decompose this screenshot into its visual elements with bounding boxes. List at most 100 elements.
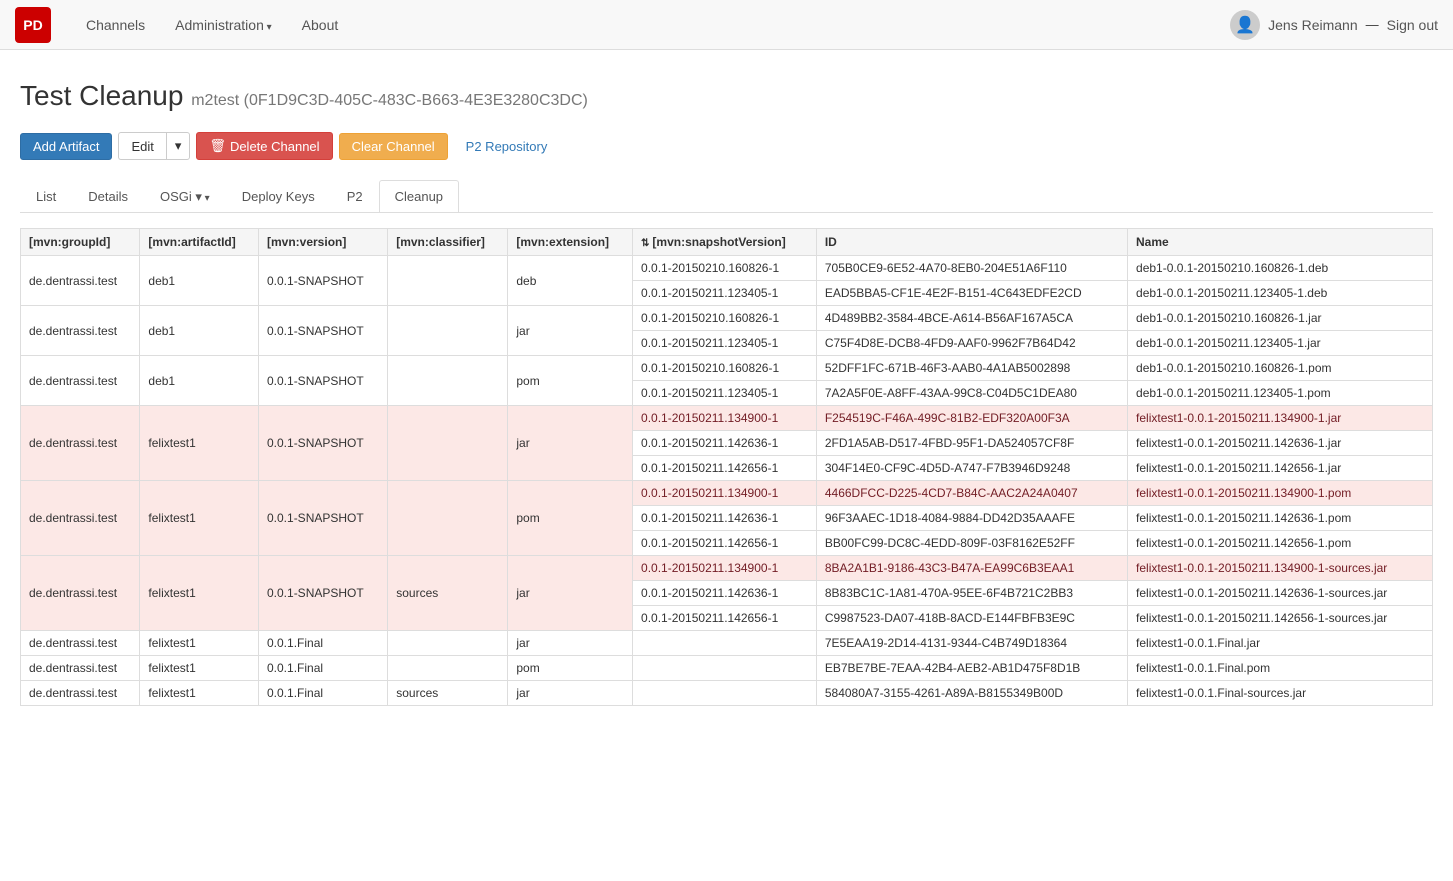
cell-id: 2FD1A5AB-D517-4FBD-95F1-DA524057CF8F xyxy=(816,431,1127,456)
cell-artifactid: deb1 xyxy=(140,256,259,306)
cell-snapshotversion: 0.0.1-20150211.134900-1 xyxy=(633,556,817,581)
tab-osgi-link[interactable]: OSGi ▾ xyxy=(144,180,226,213)
cell-id: F254519C-F46A-499C-81B2-EDF320A00F3A xyxy=(816,406,1127,431)
cell-snapshotversion: 0.0.1-20150211.123405-1 xyxy=(633,381,817,406)
cell-snapshotversion: 0.0.1-20150211.123405-1 xyxy=(633,281,817,306)
cell-version: 0.0.1-SNAPSHOT xyxy=(259,256,388,306)
nav-item-administration[interactable]: Administration xyxy=(160,17,287,33)
cell-id: BB00FC99-DC8C-4EDD-809F-03F8162E52FF xyxy=(816,531,1127,556)
cell-artifactid: felixtest1 xyxy=(140,556,259,631)
cell-snapshotversion: 0.0.1-20150211.142656-1 xyxy=(633,606,817,631)
cell-snapshotversion: 0.0.1-20150211.134900-1 xyxy=(633,481,817,506)
col-id: ID xyxy=(816,229,1127,256)
tab-p2[interactable]: P2 xyxy=(331,180,379,213)
cell-extension: deb xyxy=(508,256,633,306)
table-row: de.dentrassi.testfelixtest10.0.1.Finalpo… xyxy=(21,656,1433,681)
cell-name: felixtest1-0.0.1-20150211.134900-1.jar xyxy=(1128,406,1433,431)
edit-dropdown-button[interactable]: ▾ xyxy=(166,132,191,160)
cell-groupid: de.dentrassi.test xyxy=(21,556,140,631)
cell-artifactid: felixtest1 xyxy=(140,656,259,681)
navbar-right: 👤 Jens Reimann — Sign out xyxy=(1230,10,1438,40)
table-row: de.dentrassi.testfelixtest10.0.1-SNAPSHO… xyxy=(21,556,1433,581)
cell-extension: pom xyxy=(508,356,633,406)
cell-artifactid: deb1 xyxy=(140,306,259,356)
cell-extension: jar xyxy=(508,406,633,481)
tab-cleanup[interactable]: Cleanup xyxy=(379,180,459,213)
sort-icon: ⇅ xyxy=(641,238,649,249)
cell-id: 584080A7-3155-4261-A89A-B8155349B00D xyxy=(816,681,1127,706)
col-artifactid: [mvn:artifactId] xyxy=(140,229,259,256)
tab-details[interactable]: Details xyxy=(72,180,144,213)
cell-version: 0.0.1.Final xyxy=(259,681,388,706)
delete-channel-button[interactable]: 🗑 Delete Channel xyxy=(196,132,332,160)
cell-id: 7E5EAA19-2D14-4131-9344-C4B749D18364 xyxy=(816,631,1127,656)
cell-name: felixtest1-0.0.1-20150211.134900-1.pom xyxy=(1128,481,1433,506)
cell-groupid: de.dentrassi.test xyxy=(21,481,140,556)
edit-button-group: Edit ▾ xyxy=(118,132,190,160)
cell-groupid: de.dentrassi.test xyxy=(21,356,140,406)
brand-logo: PD xyxy=(15,7,51,43)
cell-id: 7A2A5F0E-A8FF-43AA-99C8-C04D5C1DEA80 xyxy=(816,381,1127,406)
cell-groupid: de.dentrassi.test xyxy=(21,306,140,356)
cell-version: 0.0.1.Final xyxy=(259,631,388,656)
cell-id: 304F14E0-CF9C-4D5D-A747-F7B3946D9248 xyxy=(816,456,1127,481)
nav-tabs: List Details OSGi ▾ Deploy Keys P2 Clean… xyxy=(20,180,1433,213)
table-body: de.dentrassi.testdeb10.0.1-SNAPSHOTdeb0.… xyxy=(21,256,1433,706)
cell-snapshotversion: 0.0.1-20150211.142636-1 xyxy=(633,431,817,456)
cell-snapshotversion: 0.0.1-20150211.142656-1 xyxy=(633,531,817,556)
nav-link-administration[interactable]: Administration xyxy=(165,12,282,38)
nav-item-channels[interactable]: Channels xyxy=(71,17,160,33)
tab-deploy-keys[interactable]: Deploy Keys xyxy=(226,180,331,213)
tab-deploy-keys-link[interactable]: Deploy Keys xyxy=(226,180,331,212)
cell-name: felixtest1-0.0.1-20150211.134900-1-sourc… xyxy=(1128,556,1433,581)
cell-id: 4D489BB2-3584-4BCE-A614-B56AF167A5CA xyxy=(816,306,1127,331)
cell-name: felixtest1-0.0.1-20150211.142656-1-sourc… xyxy=(1128,606,1433,631)
p2-repository-link[interactable]: P2 Repository xyxy=(454,134,560,159)
cell-id: C75F4D8E-DCB8-4FD9-AAF0-9962F7B64D42 xyxy=(816,331,1127,356)
cell-id: 705B0CE9-6E52-4A70-8EB0-204E51A6F110 xyxy=(816,256,1127,281)
cell-groupid: de.dentrassi.test xyxy=(21,406,140,481)
col-name: Name xyxy=(1128,229,1433,256)
tab-list-link[interactable]: List xyxy=(20,180,72,212)
table-container: [mvn:groupId] [mvn:artifactId] [mvn:vers… xyxy=(20,228,1433,706)
user-avatar: 👤 xyxy=(1230,10,1260,40)
edit-button[interactable]: Edit xyxy=(118,132,165,160)
cell-name: felixtest1-0.0.1.Final-sources.jar xyxy=(1128,681,1433,706)
cell-snapshotversion xyxy=(633,681,817,706)
cell-name: felixtest1-0.0.1-20150211.142636-1.pom xyxy=(1128,506,1433,531)
tab-cleanup-link[interactable]: Cleanup xyxy=(379,180,459,212)
cell-artifactid: felixtest1 xyxy=(140,406,259,481)
tab-details-link[interactable]: Details xyxy=(72,180,144,212)
nav-item-about[interactable]: About xyxy=(287,17,354,33)
sign-out-link[interactable]: Sign out xyxy=(1387,17,1438,33)
nav-link-channels[interactable]: Channels xyxy=(76,12,155,38)
navbar-brand[interactable]: PD xyxy=(15,7,51,43)
col-groupid: [mvn:groupId] xyxy=(21,229,140,256)
cell-artifactid: felixtest1 xyxy=(140,681,259,706)
cell-name: deb1-0.0.1-20150211.123405-1.pom xyxy=(1128,381,1433,406)
action-bar: Add Artifact Edit ▾ 🗑 Delete Channel Cle… xyxy=(20,132,1433,160)
cell-snapshotversion: 0.0.1-20150210.160826-1 xyxy=(633,356,817,381)
cell-id: EB7BE7BE-7EAA-42B4-AEB2-AB1D475F8D1B xyxy=(816,656,1127,681)
cell-artifactid: felixtest1 xyxy=(140,481,259,556)
user-name-link[interactable]: Jens Reimann xyxy=(1268,17,1358,33)
cell-name: deb1-0.0.1-20150210.160826-1.pom xyxy=(1128,356,1433,381)
clear-channel-button[interactable]: Clear Channel xyxy=(339,133,448,160)
tab-list[interactable]: List xyxy=(20,180,72,213)
cell-id: C9987523-DA07-418B-8ACD-E144FBFB3E9C xyxy=(816,606,1127,631)
tab-p2-link[interactable]: P2 xyxy=(331,180,379,212)
cell-id: 96F3AAEC-1D18-4084-9884-DD42D35AAAFE xyxy=(816,506,1127,531)
cell-snapshotversion: 0.0.1-20150211.123405-1 xyxy=(633,331,817,356)
cell-id: 4466DFCC-D225-4CD7-B84C-AAC2A24A0407 xyxy=(816,481,1127,506)
cell-snapshotversion xyxy=(633,631,817,656)
nav-link-about[interactable]: About xyxy=(292,12,349,38)
table-row: de.dentrassi.testfelixtest10.0.1-SNAPSHO… xyxy=(21,406,1433,431)
col-snapshotversion[interactable]: ⇅[mvn:snapshotVersion] xyxy=(633,229,817,256)
page-content: Test Cleanup m2test (0F1D9C3D-405C-483C-… xyxy=(0,50,1453,726)
artifacts-table: [mvn:groupId] [mvn:artifactId] [mvn:vers… xyxy=(20,228,1433,706)
tab-osgi[interactable]: OSGi ▾ xyxy=(144,180,226,213)
navbar-nav: Channels Administration About xyxy=(71,17,1230,33)
cell-extension: pom xyxy=(508,656,633,681)
table-row: de.dentrassi.testdeb10.0.1-SNAPSHOTpom0.… xyxy=(21,356,1433,381)
add-artifact-button[interactable]: Add Artifact xyxy=(20,133,112,160)
